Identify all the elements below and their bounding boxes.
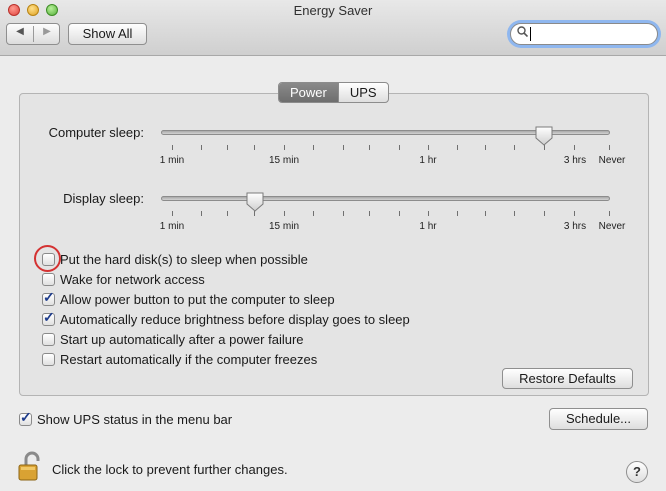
- option-label: Put the hard disk(s) to sleep when possi…: [60, 251, 308, 267]
- schedule-button[interactable]: Schedule...: [549, 408, 648, 430]
- tick-label-never: Never: [598, 221, 626, 232]
- slider-tick: [399, 211, 400, 216]
- checkbox[interactable]: ✓: [42, 289, 55, 306]
- checkbox[interactable]: ✓: [19, 409, 32, 426]
- tick-label-15min: 15 min: [268, 155, 300, 166]
- lock-message: Click the lock to prevent further change…: [52, 462, 288, 477]
- slider-tick: [399, 145, 400, 150]
- option-label: Automatically reduce brightness before d…: [60, 311, 410, 327]
- slider-tick: [369, 211, 370, 216]
- text-cursor: [530, 27, 531, 41]
- slider-tick: [343, 145, 344, 150]
- tick-label-3hrs: 3 hrs: [563, 221, 587, 232]
- slider-tick: [227, 145, 228, 150]
- annotation-circle: [34, 245, 61, 272]
- show-all-button[interactable]: Show All: [68, 23, 147, 45]
- option-restart-on-freeze[interactable]: ✓ Restart automatically if the computer …: [42, 350, 317, 368]
- option-startup-after-power-failure[interactable]: ✓ Start up automatically after a power f…: [42, 330, 304, 348]
- display-sleep-label: Display sleep:: [63, 191, 144, 206]
- checkbox[interactable]: ✓: [42, 332, 55, 346]
- option-power-button-sleep[interactable]: ✓ Allow power button to put the computer…: [42, 289, 335, 308]
- tick-label-never: Never: [598, 155, 626, 166]
- restore-defaults-button[interactable]: Restore Defaults: [502, 368, 633, 389]
- slider-tick: [201, 211, 202, 216]
- lock-icon[interactable]: [17, 450, 45, 482]
- slider-tick: [369, 145, 370, 150]
- slider-tick: [227, 211, 228, 216]
- checkbox[interactable]: ✓: [42, 309, 55, 326]
- back-forward-control: ◀ ▶: [6, 23, 60, 45]
- window-title: Energy Saver: [293, 3, 373, 18]
- slider-tick: [514, 211, 515, 216]
- slider-tick: [457, 145, 458, 150]
- display-sleep-ticks: [161, 211, 610, 217]
- option-label: Restart automatically if the computer fr…: [60, 351, 318, 367]
- computer-sleep-thumb[interactable]: [535, 126, 553, 146]
- slider-tick: [254, 145, 255, 150]
- slider-tick: [457, 211, 458, 216]
- search-field[interactable]: [510, 23, 658, 45]
- slider-tick: [574, 211, 575, 216]
- help-button[interactable]: ?: [626, 461, 648, 483]
- option-label: Allow power button to put the computer t…: [60, 291, 335, 307]
- show-ups-status-option[interactable]: ✓ Show UPS status in the menu bar: [19, 409, 233, 428]
- tab-ups[interactable]: UPS: [337, 83, 388, 102]
- slider-tick: [313, 145, 314, 150]
- slider-tick: [284, 211, 285, 216]
- forward-arrow-icon[interactable]: ▶: [34, 26, 60, 37]
- display-sleep-thumb[interactable]: [246, 192, 264, 212]
- checkbox[interactable]: ✓: [42, 272, 55, 286]
- checkmark-icon: ✓: [43, 308, 55, 325]
- checkbox[interactable]: ✓: [42, 352, 55, 366]
- slider-tick: [485, 211, 486, 216]
- checkmark-icon: ✓: [43, 288, 55, 305]
- slider-tick: [201, 145, 202, 150]
- power-ups-tabs: Power UPS: [278, 82, 389, 103]
- checkmark-icon: ✓: [20, 408, 32, 425]
- slider-tick: [313, 211, 314, 216]
- option-wake-network[interactable]: ✓ Wake for network access: [42, 270, 205, 288]
- slider-tick: [609, 211, 610, 216]
- tab-power[interactable]: Power: [279, 83, 338, 102]
- tick-label-15min: 15 min: [268, 221, 300, 232]
- tick-label-1hr: 1 hr: [419, 155, 437, 166]
- option-reduce-brightness[interactable]: ✓ Automatically reduce brightness before…: [42, 309, 410, 328]
- slider-tick: [609, 145, 610, 150]
- slider-tick: [428, 211, 429, 216]
- display-sleep-track[interactable]: [161, 196, 610, 201]
- option-label: Wake for network access: [60, 271, 205, 287]
- back-arrow-icon[interactable]: ◀: [7, 26, 33, 37]
- slider-tick: [343, 211, 344, 216]
- title-bar: Energy Saver ◀ ▶ Show All: [0, 0, 666, 56]
- option-hard-disk-sleep[interactable]: ✓ Put the hard disk(s) to sleep when pos…: [42, 250, 308, 268]
- option-label: Start up automatically after a power fai…: [60, 331, 304, 347]
- slider-tick: [172, 145, 173, 150]
- tick-label-1min: 1 min: [159, 155, 185, 166]
- slider-tick: [172, 211, 173, 216]
- slider-tick: [284, 145, 285, 150]
- search-icon: [517, 26, 529, 40]
- tick-label-3hrs: 3 hrs: [563, 155, 587, 166]
- slider-tick: [574, 145, 575, 150]
- tick-label-1min: 1 min: [159, 221, 185, 232]
- slider-tick: [485, 145, 486, 150]
- slider-tick: [544, 211, 545, 216]
- tick-label-1hr: 1 hr: [419, 221, 437, 232]
- option-label: Show UPS status in the menu bar: [37, 411, 233, 427]
- computer-sleep-label: Computer sleep:: [48, 125, 144, 140]
- slider-tick: [428, 145, 429, 150]
- slider-tick: [514, 145, 515, 150]
